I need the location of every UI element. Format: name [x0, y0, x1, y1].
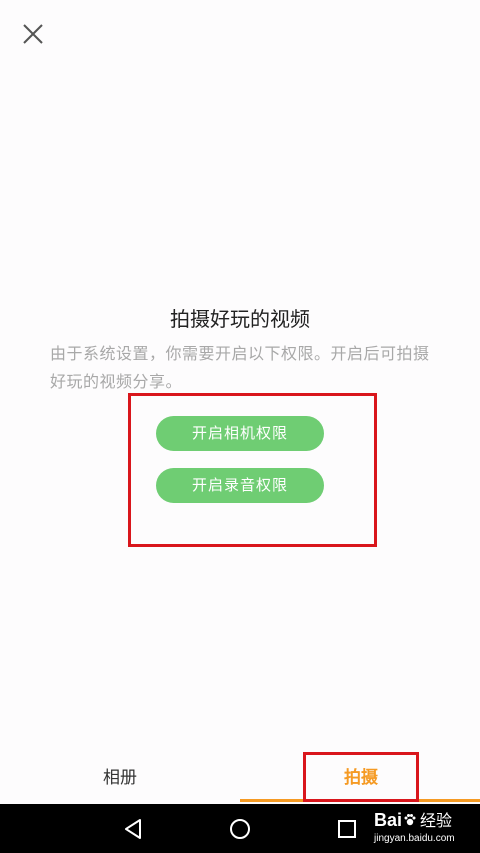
bottom-tab-bar: 相册 拍摄 — [0, 752, 480, 804]
circle-home-icon — [230, 819, 250, 839]
watermark-logo: Bai 经验 jingyan.baidu.com — [374, 808, 480, 850]
permission-panel: 拍摄好玩的视频 由于系统设置，你需要开启以下权限。开启后可拍摄好玩的视频分享。 — [0, 300, 480, 396]
watermark-url: jingyan.baidu.com — [374, 833, 455, 844]
tab-album[interactable]: 相册 — [60, 752, 180, 804]
permission-title: 拍摄好玩的视频 — [170, 307, 310, 331]
watermark-brand-left: Bai — [374, 810, 403, 830]
paw-icon — [404, 814, 416, 826]
recent-apps-button[interactable] — [334, 816, 360, 842]
enable-camera-permission-button[interactable]: 开启相机权限 — [156, 416, 324, 451]
permission-description: 由于系统设置，你需要开启以下权限。开启后可拍摄好玩的视频分享。 — [50, 344, 430, 391]
enable-audio-permission-button[interactable]: 开启录音权限 — [156, 468, 324, 503]
close-icon — [23, 24, 43, 44]
home-button[interactable] — [227, 816, 253, 842]
close-button[interactable] — [17, 18, 49, 50]
back-button[interactable] — [121, 816, 147, 842]
active-tab-indicator — [240, 799, 480, 802]
watermark-brand-right: 经验 — [420, 811, 453, 830]
tab-shoot[interactable]: 拍摄 — [303, 752, 419, 804]
square-recent-icon — [338, 820, 356, 838]
triangle-back-icon — [125, 819, 141, 839]
